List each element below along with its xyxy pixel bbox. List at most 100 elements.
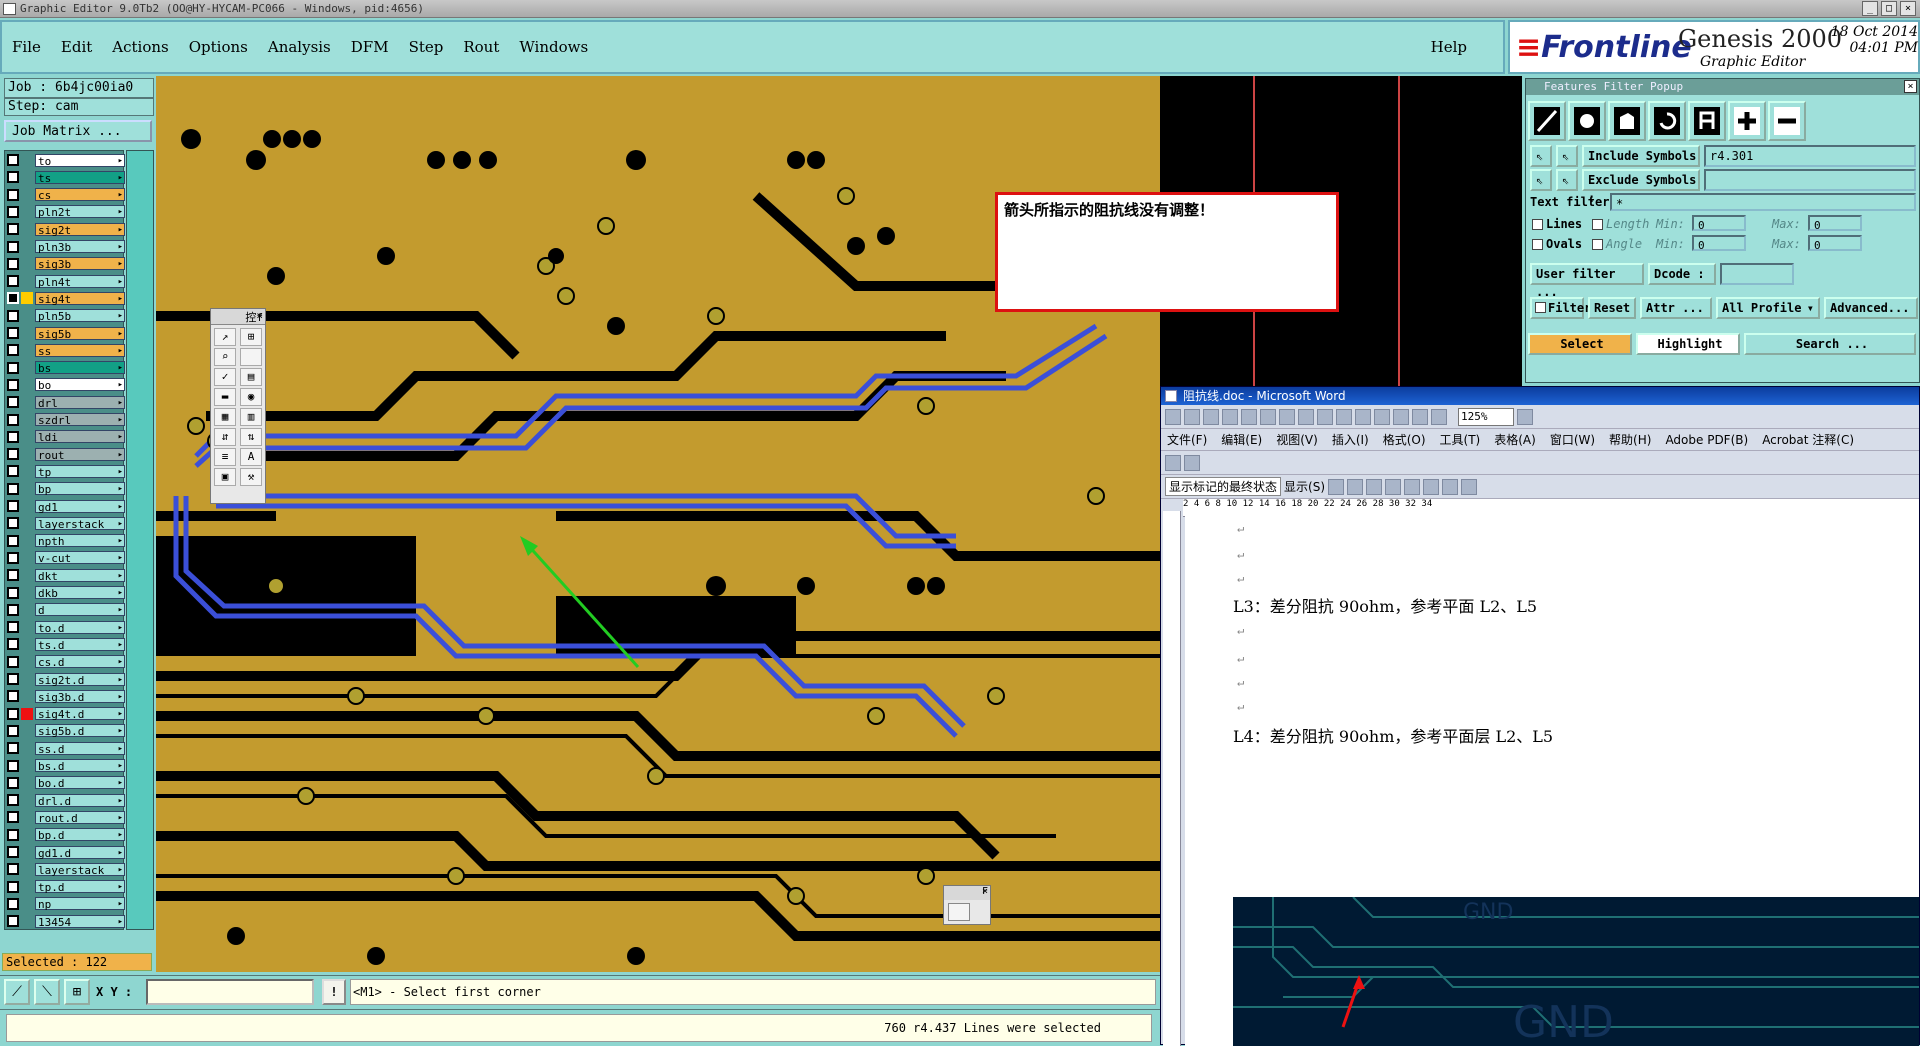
include-symbols-input[interactable]: r4.301 (1704, 145, 1916, 167)
highlight-button[interactable]: Highlight (1636, 333, 1740, 355)
word-menu-view[interactable]: 视图(V) (1276, 431, 1318, 448)
length-max-input[interactable]: 0 (1808, 215, 1862, 232)
tool-icon[interactable]: ≡ (214, 448, 236, 466)
layer-row[interactable]: drl (7, 395, 125, 410)
layer-name[interactable]: bp.d (35, 828, 125, 842)
layer-row[interactable]: tp (7, 464, 125, 479)
layer-row[interactable]: szdrl (7, 413, 125, 427)
layer-row[interactable]: pln3b (7, 240, 125, 254)
dcode-input[interactable] (1720, 263, 1794, 285)
layer-name[interactable]: sig4t.d (35, 707, 125, 721)
accept-icon[interactable] (1366, 478, 1382, 495)
menu-rout[interactable]: Rout (463, 38, 499, 56)
layer-checkbox[interactable] (7, 344, 19, 357)
layer-checkbox[interactable] (7, 154, 19, 166)
layer-row[interactable]: v-cut (7, 551, 125, 565)
arc-symbol-button[interactable] (1648, 101, 1686, 141)
close-button[interactable]: × (1900, 1, 1916, 16)
highlight-icon[interactable] (1423, 478, 1439, 495)
layer-checkbox[interactable] (7, 655, 19, 668)
surface-symbol-button[interactable] (1608, 101, 1646, 141)
layer-checkbox[interactable] (7, 846, 19, 858)
pad-icon[interactable]: ◉ (240, 388, 262, 406)
attr-button[interactable]: Attr ... (1640, 297, 1712, 319)
cut-icon[interactable] (1279, 408, 1295, 425)
negative-polarity-button[interactable] (1768, 101, 1806, 141)
zoom-icon[interactable]: ⌕ (214, 348, 236, 366)
menu-dfm[interactable]: DFM (351, 38, 389, 56)
pad-symbol-button[interactable] (1568, 101, 1606, 141)
layer-name[interactable]: layerstack (35, 862, 125, 877)
grid-icon[interactable]: ⊞ (64, 979, 90, 1005)
all-profile-select[interactable]: All Profile ▾ (1716, 297, 1820, 319)
reject-icon[interactable] (1385, 478, 1401, 495)
tool-icon[interactable] (240, 348, 262, 366)
lines-checkbox[interactable] (1532, 219, 1543, 230)
reviewing-pane-icon[interactable] (1461, 478, 1477, 495)
save-icon[interactable] (1203, 408, 1219, 425)
layer-name[interactable]: sig4t (35, 291, 125, 306)
layer-checkbox[interactable] (7, 759, 19, 772)
tools-icon[interactable]: ⚒ (240, 468, 262, 486)
show-menu[interactable]: 显示(S) (1284, 478, 1325, 495)
layer-name[interactable]: drl.d (35, 793, 125, 808)
layer-name[interactable]: ts.d (35, 637, 125, 652)
word-menu-table[interactable]: 表格(A) (1494, 431, 1536, 448)
tool-icon[interactable]: ▥ (240, 408, 262, 426)
include-arrow-icon[interactable]: ⇖ (1530, 145, 1552, 167)
print-icon[interactable] (1222, 408, 1238, 425)
layer-checkbox[interactable] (7, 724, 19, 737)
layer-name[interactable]: bs (35, 361, 125, 375)
layer-name[interactable]: bs.d (35, 759, 125, 773)
tool-icon[interactable]: ▤ (240, 368, 262, 386)
layer-name[interactable]: tp.d (35, 880, 125, 894)
layer-name[interactable]: ldi (35, 430, 125, 444)
minimize-button[interactable]: _ (1862, 1, 1878, 16)
layer-row[interactable]: d (7, 603, 125, 617)
layer-row[interactable]: ts (7, 170, 125, 185)
help-icon[interactable] (1517, 408, 1533, 425)
layer-name[interactable]: ts (35, 170, 125, 185)
positive-polarity-button[interactable] (1728, 101, 1766, 141)
layer-checkbox[interactable] (7, 309, 19, 322)
layer-checkbox[interactable] (7, 690, 19, 703)
layer-checkbox[interactable] (7, 223, 19, 236)
layer-name[interactable]: sig3b.d (35, 689, 125, 704)
layer-row[interactable]: sig5b.d (7, 724, 125, 738)
word-menu-tools[interactable]: 工具(T) (1440, 431, 1481, 448)
include-pick-icon[interactable]: ⇖ (1556, 145, 1578, 167)
layer-checkbox[interactable] (7, 448, 19, 461)
layer-row[interactable]: gd1.d (7, 845, 125, 860)
word-menu-edit[interactable]: 编辑(E) (1221, 431, 1262, 448)
text-icon[interactable]: A (240, 448, 262, 466)
select-tool-icon[interactable] (948, 903, 970, 921)
text-symbol-button[interactable] (1688, 101, 1726, 141)
layer-checkbox[interactable] (7, 569, 19, 582)
layer-checkbox[interactable] (7, 482, 19, 495)
menu-edit[interactable]: Edit (61, 38, 92, 56)
layer-name[interactable]: npth (35, 534, 125, 548)
measure-icon[interactable]: ⟍ (34, 979, 60, 1005)
pdf-mail-icon[interactable] (1184, 454, 1200, 471)
layer-checkbox[interactable] (7, 171, 19, 184)
line-icon[interactable]: ▬ (214, 388, 236, 406)
grid-icon[interactable]: ▦ (214, 408, 236, 426)
layer-name[interactable]: sig5b.d (35, 724, 125, 738)
layer-checkbox[interactable] (7, 673, 19, 685)
filter-checkbox[interactable] (1535, 302, 1546, 313)
menu-options[interactable]: Options (189, 38, 248, 56)
layer-checkbox[interactable] (7, 292, 19, 305)
word-menu-help[interactable]: 帮助(H) (1609, 431, 1651, 448)
angle-checkbox[interactable] (1592, 239, 1603, 250)
menu-actions[interactable]: Actions (112, 38, 168, 56)
check-icon[interactable]: ✓ (214, 368, 236, 386)
layer-name[interactable]: tp (35, 464, 125, 479)
layer-row[interactable]: sig3b.d (7, 689, 125, 704)
layer-name[interactable]: gd1 (35, 499, 125, 514)
length-checkbox[interactable] (1592, 219, 1603, 230)
length-min-input[interactable]: 0 (1692, 215, 1746, 232)
layer-name[interactable]: szdrl (35, 413, 125, 427)
layer-name[interactable]: rout (35, 447, 125, 462)
layer-checkbox[interactable] (7, 776, 19, 789)
zoom-select[interactable]: 125% (1458, 407, 1514, 426)
